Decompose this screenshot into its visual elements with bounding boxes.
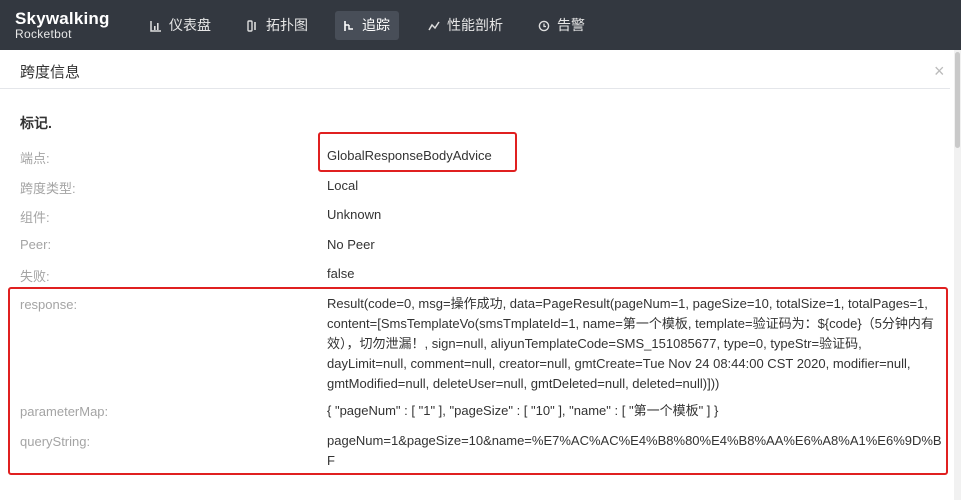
tag-label-component: 组件: xyxy=(20,210,50,225)
nav-label: 拓扑图 xyxy=(266,17,308,33)
scrollbar-thumb[interactable] xyxy=(955,52,960,148)
nav-label: 性能剖析 xyxy=(447,17,503,33)
profile-icon xyxy=(428,20,440,32)
brand-subtitle: Rocketbot xyxy=(15,27,72,41)
tag-label-error: 失败: xyxy=(20,269,50,284)
tag-label-span-type: 跨度类型: xyxy=(20,181,76,196)
panel-title: 跨度信息 xyxy=(20,64,81,81)
tag-value-peer: No Peer xyxy=(327,237,375,252)
tag-value-component: Unknown xyxy=(327,207,382,222)
tag-value-response: Result(code=0, msg=操作成功, data=PageResult… xyxy=(327,296,934,391)
top-navbar: Skywalking Rocketbot 仪表盘 拓扑图 追踪 性能剖析 告警 xyxy=(0,0,961,50)
nav-label: 仪表盘 xyxy=(169,17,211,33)
tag-label-parameter-map: parameterMap: xyxy=(20,404,109,419)
nav-topology[interactable]: 拓扑图 xyxy=(239,11,317,40)
tag-label-peer: Peer: xyxy=(20,237,52,252)
trace-icon xyxy=(343,20,355,32)
alarm-icon xyxy=(538,20,550,32)
tag-label-endpoint: 端点: xyxy=(20,151,50,166)
tag-label-response: response: xyxy=(20,297,78,312)
nav-profile[interactable]: 性能剖析 xyxy=(420,11,512,40)
divider xyxy=(0,88,950,89)
tag-value-error: false xyxy=(327,266,355,281)
nav-label: 追踪 xyxy=(362,17,390,33)
dashboard-icon xyxy=(150,20,162,32)
tag-value-span-type: Local xyxy=(327,178,359,193)
tag-label-query-string: queryString: xyxy=(20,434,91,449)
nav-alarm[interactable]: 告警 xyxy=(530,11,594,40)
close-icon[interactable]: × xyxy=(934,62,945,80)
tags-section-title: 标记. xyxy=(20,115,52,131)
brand-name: Skywalking xyxy=(15,9,110,28)
nav-dashboard[interactable]: 仪表盘 xyxy=(142,11,220,40)
skywalking-logo[interactable]: Skywalking Rocketbot xyxy=(15,10,110,41)
tag-value-endpoint: GlobalResponseBodyAdvice xyxy=(327,148,492,163)
topology-icon xyxy=(247,19,259,32)
tag-value-parameter-map: { "pageNum" : [ "1" ], "pageSize" : [ "1… xyxy=(327,403,719,418)
nav-label: 告警 xyxy=(557,17,585,33)
tag-value-query-string: pageNum=1&pageSize=10&name=%E7%AC%AC%E4%… xyxy=(327,433,942,468)
nav-trace[interactable]: 追踪 xyxy=(335,11,399,40)
